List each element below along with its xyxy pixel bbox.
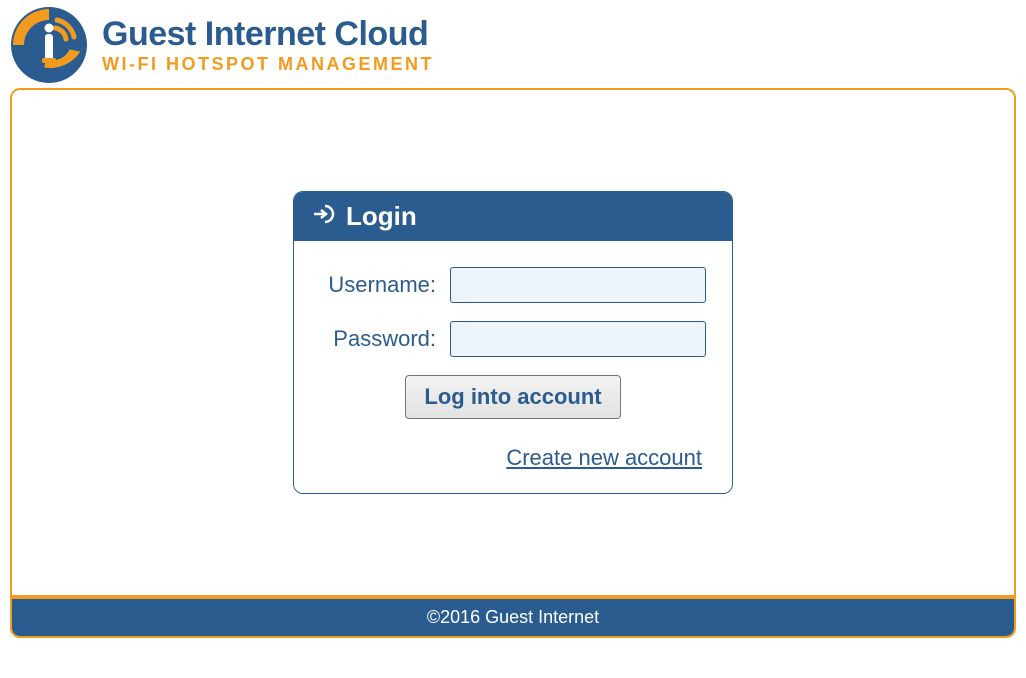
- link-row: Create new account: [320, 445, 706, 471]
- login-button[interactable]: Log into account: [405, 375, 620, 419]
- username-row: Username:: [320, 267, 706, 303]
- login-panel: Login Username: Password: Log into accou…: [293, 191, 733, 494]
- button-row: Log into account: [320, 375, 706, 419]
- main-container: Login Username: Password: Log into accou…: [10, 88, 1016, 638]
- content-area: Login Username: Password: Log into accou…: [12, 90, 1014, 595]
- login-title: Login: [346, 201, 417, 232]
- username-input[interactable]: [450, 267, 706, 303]
- login-arrow-icon: [312, 202, 336, 231]
- password-input[interactable]: [450, 321, 706, 357]
- create-account-link[interactable]: Create new account: [506, 445, 702, 471]
- header: Guest Internet Cloud WI-FI HOTSPOT MANAG…: [0, 0, 1026, 88]
- brand-text: Guest Internet Cloud WI-FI HOTSPOT MANAG…: [102, 15, 434, 75]
- logo-icon: [10, 6, 88, 84]
- username-label: Username:: [320, 272, 450, 298]
- password-label: Password:: [320, 326, 450, 352]
- login-body: Username: Password: Log into account Cre…: [294, 241, 732, 493]
- password-row: Password:: [320, 321, 706, 357]
- footer-bar: ©2016 Guest Internet: [12, 599, 1014, 636]
- brand-subtitle: WI-FI HOTSPOT MANAGEMENT: [102, 54, 434, 75]
- login-header: Login: [294, 192, 732, 241]
- brand-title: Guest Internet Cloud: [102, 15, 434, 54]
